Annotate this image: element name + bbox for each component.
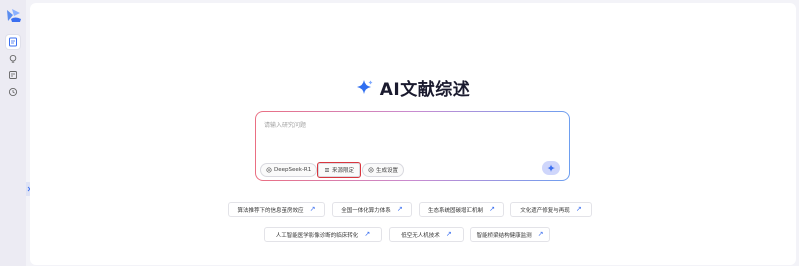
model-select-button[interactable]: DeepSeek-R1 [260, 163, 318, 177]
suggestion-label: 低空无人机技术 [401, 232, 440, 239]
input-placeholder: 请输入研究问题 [264, 122, 307, 129]
settings-icon [368, 167, 374, 173]
arrow-up-right-icon: ↗ [364, 230, 371, 238]
model-label: DeepSeek-R1 [274, 167, 312, 173]
arrow-up-right-icon: ↗ [396, 205, 403, 213]
sidebar-item-history[interactable] [6, 85, 20, 99]
arrow-up-right-icon: ↗ [309, 205, 316, 213]
generation-settings-label: 生成设置 [376, 168, 399, 174]
suggestion-chip[interactable]: 低空无人机技术 ↗ [389, 227, 464, 242]
arrow-up-right-icon: ↗ [537, 230, 544, 238]
sidebar-item-document[interactable] [6, 35, 20, 49]
clock-icon [8, 87, 18, 97]
suggestion-chip[interactable]: 全国一体化算力体系 ↗ [332, 202, 412, 217]
suggestion-label: 人工智能医学影像诊断的临床转化 [275, 232, 359, 239]
filter-icon [325, 168, 329, 172]
lightbulb-icon [9, 54, 17, 63]
logo-icon[interactable] [5, 7, 23, 25]
suggestion-chip[interactable]: 文化遗产修复与再现 ↗ [510, 202, 592, 217]
sidebar [0, 0, 26, 266]
suggestion-chip[interactable]: 算法推荐下的信息茧房效应 ↗ [228, 202, 325, 217]
suggestion-label: 智能桥梁结构健康监测 [476, 232, 532, 239]
suggestion-label: 生态系统固碳增汇机制 [428, 207, 484, 214]
sparkle-send-icon [547, 164, 555, 172]
suggestion-label: 算法推荐下的信息茧房效应 [237, 207, 304, 214]
main-panel: AI文献综述 请输入研究问题 DeepSeek-R1 来源限定 生成设置 算法推… [30, 3, 796, 265]
suggestion-chip[interactable]: 人工智能医学影像诊断的临床转化 ↗ [264, 227, 382, 242]
suggestion-label: 文化遗产修复与再现 [520, 207, 570, 214]
source-filter-label: 来源限定 [332, 168, 355, 174]
page-header: AI文献综述 [30, 75, 796, 100]
source-filter-button[interactable]: 来源限定 [316, 162, 362, 178]
arrow-up-right-icon: ↗ [575, 205, 582, 213]
sidebar-item-lightbulb[interactable] [6, 52, 20, 66]
sparkle-icon [356, 79, 373, 94]
suggestion-label: 全国一体化算力体系 [341, 207, 391, 214]
document-icon [9, 37, 17, 47]
arrow-up-right-icon: ↗ [445, 230, 452, 238]
arrow-up-right-icon: ↗ [489, 205, 495, 213]
send-button[interactable] [542, 161, 560, 175]
suggestion-chip[interactable]: 生态系统固碳增汇机制 ↗ [419, 202, 504, 217]
generation-settings-button[interactable]: 生成设置 [362, 163, 405, 177]
suggestion-chip[interactable]: 智能桥梁结构健康监测 ↗ [470, 227, 550, 242]
gear-icon [266, 167, 272, 173]
notes-icon [9, 71, 17, 79]
sidebar-item-notes[interactable] [6, 68, 20, 82]
page-title: AI文献综述 [379, 80, 471, 100]
